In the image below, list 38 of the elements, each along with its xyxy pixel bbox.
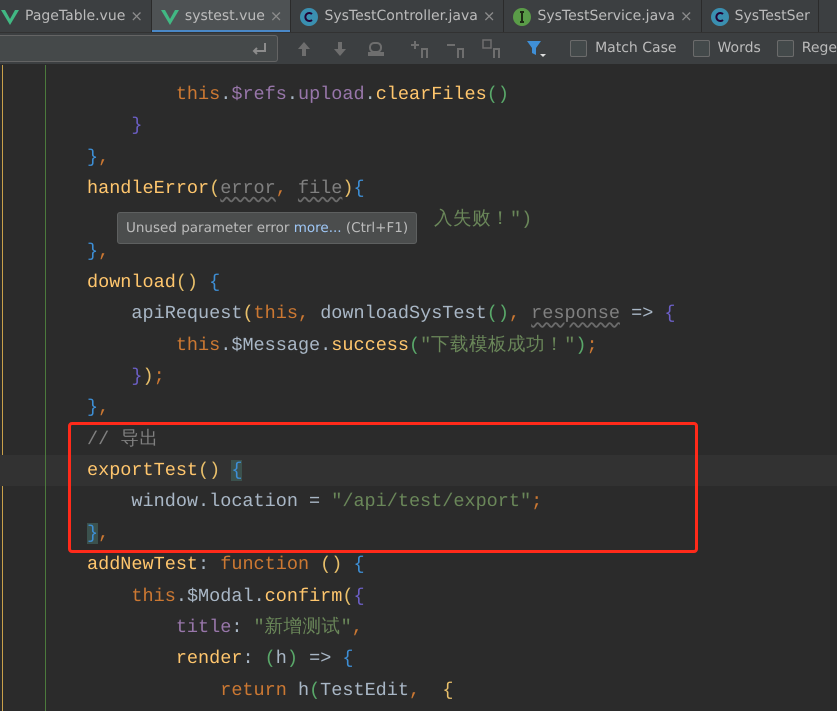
code-line: }, — [86, 396, 110, 420]
code-line: }); — [130, 365, 166, 390]
add-occurrence-icon[interactable] — [410, 38, 430, 58]
checkbox[interactable] — [776, 40, 794, 57]
code-line: title: "新增测试", — [174, 616, 364, 640]
code-line: }, — [86, 146, 110, 170]
checkbox[interactable] — [570, 40, 588, 57]
checkbox-label[interactable]: Match Case — [595, 38, 676, 59]
filter-icon[interactable] — [526, 38, 546, 58]
code-line: handleError(error, file){ — [86, 177, 366, 202]
class-file-icon — [299, 6, 320, 26]
checkbox[interactable] — [692, 40, 710, 57]
code-line: this.$Modal.confirm({ — [130, 584, 366, 608]
code-line: return h(TestEdit, { — [219, 678, 454, 703]
search-field[interactable] — [0, 35, 278, 62]
close-icon[interactable]: × — [130, 5, 143, 28]
code-line: apiRequest(this, downloadSysTest(), response => { — [130, 302, 677, 326]
code-line: // 导出 — [86, 428, 160, 452]
tooltip-text: Unused parameter error more... (Ctrl+F1) — [126, 218, 408, 238]
code-line: }, — [86, 522, 110, 546]
code-line: } — [130, 114, 144, 138]
close-icon[interactable]: × — [482, 5, 496, 28]
checkbox-label[interactable]: Words — [718, 38, 761, 59]
code-line: render: (h) => { — [174, 647, 355, 672]
toggle-occurrence-icon[interactable] — [482, 38, 502, 58]
code-line: this.$Message.success("下载模板成功！"); — [174, 334, 599, 358]
close-icon[interactable]: × — [680, 5, 693, 28]
interface-file-icon — [512, 6, 532, 26]
code-line: download() { — [86, 271, 222, 296]
code-line: 入失败！") — [434, 208, 532, 232]
more-link[interactable]: more... — [294, 220, 342, 236]
checkbox-label[interactable]: Rege — [802, 38, 837, 59]
code-line: window.location = "/api/test/export"; — [130, 490, 544, 514]
code-line: this.$refs.upload.clearFiles() — [174, 83, 510, 107]
code-line: addNewTest: function () { — [86, 553, 366, 578]
code-line: }, — [86, 240, 110, 264]
class-file-icon — [710, 6, 730, 26]
file-tab[interactable]: systest.vue × — [152, 0, 292, 32]
